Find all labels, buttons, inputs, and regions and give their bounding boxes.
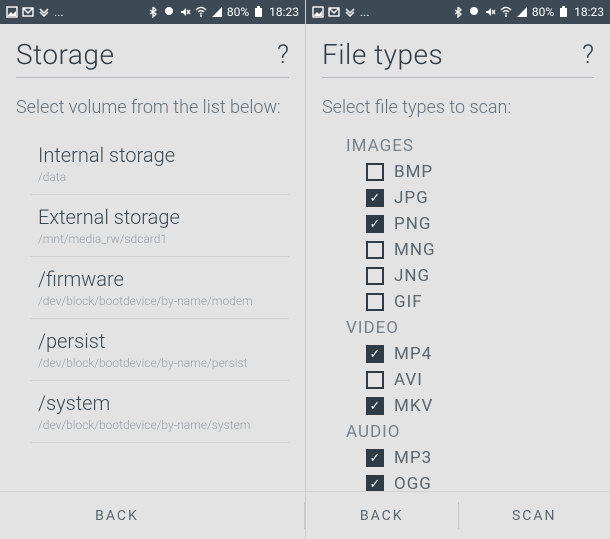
checkbox[interactable] [366, 189, 384, 207]
scan-button[interactable]: SCAN [459, 492, 610, 539]
filetype-label: MNG [394, 240, 436, 260]
back-button[interactable]: BACK [306, 492, 458, 539]
filetype-item[interactable]: JPG [336, 185, 594, 211]
filetype-label: MKV [394, 396, 433, 416]
mail-icon [328, 6, 340, 18]
filetype-label: GIF [394, 292, 423, 312]
image-icon [6, 6, 18, 18]
battery-icon [558, 6, 570, 18]
group-label: VIDEO [336, 315, 594, 341]
battery-percent: 80% [532, 5, 554, 19]
checkbox[interactable] [366, 449, 384, 467]
group-label: AUDIO [336, 419, 594, 445]
checkbox[interactable] [366, 215, 384, 233]
filetype-item[interactable]: JNG [336, 263, 594, 289]
filetype-label: MP4 [394, 344, 432, 364]
checkbox[interactable] [366, 397, 384, 415]
filetype-label: MP3 [394, 448, 432, 468]
footer: BACK SCAN [306, 491, 610, 539]
filetype-item[interactable]: MKV [336, 393, 594, 419]
checkbox[interactable] [366, 293, 384, 311]
image-icon [312, 6, 324, 18]
filetype-item[interactable]: MNG [336, 237, 594, 263]
filetype-item[interactable]: MP4 [336, 341, 594, 367]
filetype-item[interactable]: MP3 [336, 445, 594, 471]
back-button[interactable]: BACK [0, 492, 234, 539]
filetype-item[interactable]: PNG [336, 211, 594, 237]
divider [322, 77, 594, 78]
checkbox[interactable] [366, 241, 384, 259]
volume-item[interactable]: Internal storage/data [30, 133, 289, 195]
mute-icon [179, 6, 191, 18]
bluetooth-icon [147, 6, 159, 18]
filetype-item[interactable]: AVI [336, 367, 594, 393]
help-button[interactable]: ? [582, 40, 594, 70]
checkbox[interactable] [366, 371, 384, 389]
location-icon [468, 6, 480, 18]
page-header: File types ? [306, 24, 610, 77]
footer: BACK [0, 491, 305, 539]
volume-name: Internal storage [38, 143, 289, 167]
battery-icon [253, 6, 265, 18]
checkbox[interactable] [366, 163, 384, 181]
volume-name: /persist [38, 329, 289, 353]
storage-screen: ... 80% 18:23 Storage ? Select volume fr… [0, 0, 305, 539]
volume-item[interactable]: /persist/dev/block/bootdevice/by-name/pe… [30, 319, 289, 381]
checkbox[interactable] [366, 345, 384, 363]
filetype-label: BMP [394, 162, 433, 182]
volume-path: /mnt/media_rw/sdcard1 [38, 232, 289, 246]
status-more: ... [54, 5, 64, 19]
volume-path: /dev/block/bootdevice/by-name/system [38, 418, 289, 432]
status-bar: ... 80% 18:23 [0, 0, 305, 24]
page-header: Storage ? [0, 24, 305, 77]
filetype-list: IMAGES BMP JPG PNG MNG JNG GIF VIDEO MP4 AVI MKV AU… [306, 133, 610, 491]
filetype-label: PNG [394, 214, 431, 234]
status-more: ... [360, 5, 370, 19]
volume-item[interactable]: External storage/mnt/media_rw/sdcard1 [30, 195, 289, 257]
signal-icon [211, 6, 223, 18]
volume-list: Internal storage/dataExternal storage/mn… [0, 133, 305, 491]
page-title: File types [322, 38, 443, 71]
bluetooth-icon [452, 6, 464, 18]
divider [16, 77, 289, 78]
filetype-label: AVI [394, 370, 423, 390]
battery-percent: 80% [227, 5, 249, 19]
page-title: Storage [16, 38, 114, 71]
mail-icon [22, 6, 34, 18]
status-bar: ... 80% 18:23 [306, 0, 610, 24]
checkbox[interactable] [366, 267, 384, 285]
page-subtitle: Select volume from the list below: [0, 92, 305, 133]
mute-icon [484, 6, 496, 18]
clock: 18:23 [269, 5, 299, 19]
filetype-item[interactable]: BMP [336, 159, 594, 185]
group-label: IMAGES [336, 133, 594, 159]
chevron-down-icon [38, 6, 50, 18]
volume-name: External storage [38, 205, 289, 229]
volume-item[interactable]: /system/dev/block/bootdevice/by-name/sys… [30, 381, 289, 443]
signal-icon [516, 6, 528, 18]
volume-path: /dev/block/bootdevice/by-name/persist [38, 356, 289, 370]
chevron-down-icon [344, 6, 356, 18]
filetypes-screen: ... 80% 18:23 File types ? Select file t… [305, 0, 610, 539]
filetype-item[interactable]: GIF [336, 289, 594, 315]
filetype-label: JNG [394, 266, 430, 286]
volume-item[interactable]: /firmware/dev/block/bootdevice/by-name/m… [30, 257, 289, 319]
wifi-icon [500, 6, 512, 18]
filetype-item[interactable]: OGG [336, 471, 594, 491]
volume-name: /system [38, 391, 289, 415]
checkbox[interactable] [366, 475, 384, 491]
location-icon [163, 6, 175, 18]
volume-name: /firmware [38, 267, 289, 291]
volume-path: /dev/block/bootdevice/by-name/modem [38, 294, 289, 308]
filetype-label: JPG [394, 188, 429, 208]
help-button[interactable]: ? [277, 40, 289, 70]
page-subtitle: Select file types to scan: [306, 92, 610, 133]
filetype-label: OGG [394, 474, 432, 491]
clock: 18:23 [574, 5, 604, 19]
wifi-icon [195, 6, 207, 18]
volume-path: /data [38, 170, 289, 184]
